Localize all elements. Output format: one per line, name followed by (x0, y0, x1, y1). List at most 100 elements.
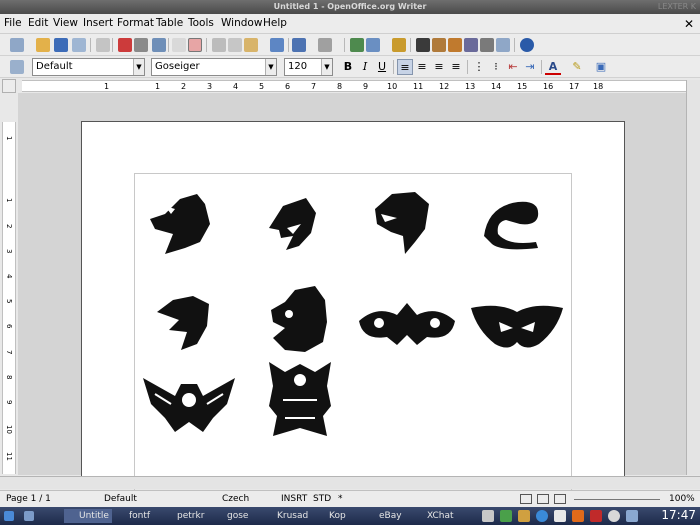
zoom-slider[interactable] (574, 499, 660, 500)
document-page[interactable] (81, 121, 625, 493)
menu-table[interactable]: Table (156, 17, 183, 29)
chevron-down-icon[interactable]: ▼ (133, 59, 144, 75)
ruler-tick: 8 (337, 82, 343, 91)
align-left-button[interactable]: ≡ (397, 59, 413, 75)
table-icon[interactable] (366, 38, 380, 52)
tray-battery-icon[interactable] (626, 510, 638, 522)
vertical-ruler[interactable]: 1 1 2 3 4 5 6 7 8 9 10 11 (2, 122, 16, 474)
highlighting-button[interactable]: ✎ (569, 59, 585, 75)
align-right-button[interactable]: ≡ (431, 59, 447, 75)
tray-volume-icon[interactable] (608, 510, 620, 522)
title-bar: Untitled 1 - OpenOffice.org Writer LEXTE… (0, 0, 700, 14)
decrease-indent-button[interactable]: ⇤ (505, 59, 521, 75)
single-page-view-icon[interactable] (520, 494, 532, 504)
task-font-view[interactable]: gose (212, 509, 258, 523)
task-writer[interactable]: Untitle (64, 509, 112, 523)
font-name-select[interactable]: Goseiger ▼ (151, 58, 277, 76)
task-ebay[interactable]: eBay (364, 509, 412, 523)
task-konqueror[interactable]: Kop (314, 509, 362, 523)
underline-button[interactable]: U (374, 59, 390, 75)
formatting-marks-icon[interactable] (480, 38, 494, 52)
insert-mode[interactable]: INSRT (281, 494, 307, 504)
page-style[interactable]: Default (104, 494, 137, 504)
show-desktop-icon[interactable] (22, 509, 40, 523)
numbering-button[interactable]: ⋮ (471, 59, 487, 75)
email-icon[interactable] (72, 38, 86, 52)
paragraph-style-select[interactable]: Default ▼ (32, 58, 145, 76)
task-krusader[interactable]: Krusad (262, 509, 312, 523)
separator (206, 38, 207, 52)
horizontal-ruler[interactable]: 1 1 2 3 4 5 6 7 8 9 10 11 12 13 14 15 16… (22, 80, 687, 92)
italic-button[interactable]: I (357, 59, 373, 75)
menu-view[interactable]: View (53, 17, 78, 29)
bullets-button[interactable]: ⁝ (488, 59, 504, 75)
lion-head-glyph (271, 286, 327, 352)
save-icon[interactable] (54, 38, 68, 52)
start-menu-icon[interactable] (2, 509, 20, 523)
book-view-icon[interactable] (554, 494, 566, 504)
copy-icon[interactable] (228, 38, 242, 52)
font-size-select[interactable]: 120 ▼ (284, 58, 333, 76)
task-xchat[interactable]: XChat (412, 509, 460, 523)
task-fonts[interactable]: fontf (114, 509, 160, 523)
pdf-export-icon[interactable] (118, 38, 132, 52)
print-icon[interactable] (134, 38, 148, 52)
justify-button[interactable]: ≡ (448, 59, 464, 75)
clone-format-icon[interactable] (270, 38, 284, 52)
styles-formatting-icon[interactable] (10, 60, 24, 74)
multi-page-view-icon[interactable] (537, 494, 549, 504)
find-replace-icon[interactable] (416, 38, 430, 52)
increase-indent-button[interactable]: ⇥ (522, 59, 538, 75)
chevron-down-icon[interactable]: ▼ (321, 59, 332, 75)
menu-help[interactable]: Help (263, 17, 287, 29)
selection-mode[interactable]: STD (313, 494, 331, 504)
menu-insert[interactable]: Insert (83, 17, 113, 29)
text-area[interactable] (134, 173, 572, 493)
chevron-down-icon[interactable]: ▼ (265, 59, 276, 75)
bold-button[interactable]: B (340, 59, 356, 75)
tray-skype-icon[interactable] (536, 510, 548, 522)
close-document-icon[interactable]: ✕ (684, 17, 694, 31)
tray-app-icon[interactable] (482, 510, 494, 522)
redo-icon[interactable] (318, 38, 332, 52)
tray-clipboard-icon[interactable] (518, 510, 530, 522)
spellcheck-icon[interactable] (172, 38, 186, 52)
hyperlink-icon[interactable] (350, 38, 364, 52)
data-sources-icon[interactable] (464, 38, 478, 52)
navigator-icon[interactable] (432, 38, 446, 52)
zoom-level[interactable]: 100% (669, 494, 695, 504)
separator (467, 60, 468, 74)
document-workspace[interactable] (18, 93, 686, 493)
menu-tools[interactable]: Tools (188, 17, 214, 29)
page-preview-icon[interactable] (152, 38, 166, 52)
tray-network-icon[interactable] (500, 510, 512, 522)
undo-icon[interactable] (292, 38, 306, 52)
new-document-icon[interactable] (10, 38, 24, 52)
language: Czech (222, 494, 250, 504)
font-color-button[interactable]: A (545, 59, 561, 75)
ruler-tick: 4 (233, 82, 239, 91)
menu-file[interactable]: File (4, 17, 22, 29)
help-icon[interactable] (520, 38, 534, 52)
clock[interactable]: 17:47 (661, 508, 696, 522)
draw-functions-icon[interactable] (392, 38, 406, 52)
menu-format[interactable]: Format (117, 17, 154, 29)
background-color-button[interactable]: ▣ (593, 59, 609, 75)
gallery-icon[interactable] (448, 38, 462, 52)
paste-icon[interactable] (244, 38, 258, 52)
autospellcheck-icon[interactable] (188, 38, 202, 52)
horizontal-scrollbar[interactable] (0, 476, 700, 489)
edit-file-icon[interactable] (96, 38, 110, 52)
align-center-button[interactable]: ≡ (414, 59, 430, 75)
open-icon[interactable] (36, 38, 50, 52)
tray-kde-icon[interactable] (554, 510, 566, 522)
menu-window[interactable]: Window (221, 17, 262, 29)
zoom-icon[interactable] (496, 38, 510, 52)
ruler-tab-selector[interactable] (2, 79, 16, 93)
tray-update-icon[interactable] (572, 510, 584, 522)
task-terminal[interactable]: petrkr (162, 509, 208, 523)
cut-icon[interactable] (212, 38, 226, 52)
vertical-scrollbar[interactable] (686, 80, 700, 475)
tray-ebay-icon[interactable] (590, 510, 602, 522)
menu-edit[interactable]: Edit (28, 17, 48, 29)
